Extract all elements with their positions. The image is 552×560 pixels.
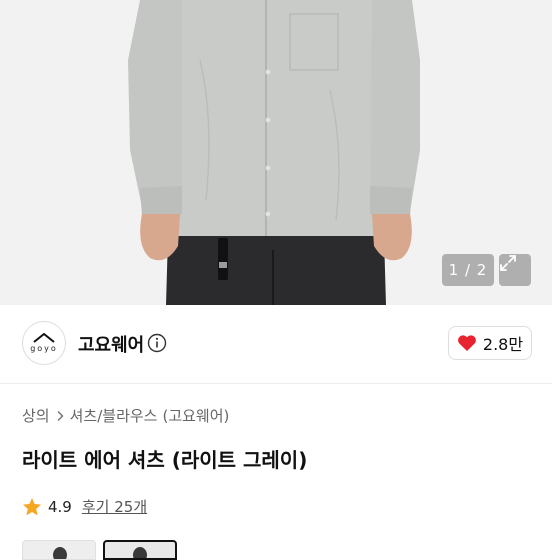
like-count: 2.8만 (482, 335, 524, 354)
breadcrumb-item-category[interactable]: 상의 (22, 405, 50, 426)
star-icon (23, 497, 41, 515)
chevron-right-icon (57, 410, 64, 421)
review-count-link[interactable]: 후기 25개 (82, 496, 147, 517)
rating-value: 4.9 (48, 497, 72, 516)
product-image-gallery[interactable]: 1 / 2 (0, 0, 552, 305)
brand-name[interactable]: 고요웨어 (78, 331, 144, 357)
expand-icon (500, 255, 516, 271)
breadcrumb: 상의 셔츠/블라우스 (고요웨어) (22, 405, 229, 426)
image-counter: 1 / 2 (442, 254, 494, 286)
thumbnail-image (53, 547, 67, 559)
heart-icon (458, 335, 476, 351)
expand-image-button[interactable] (499, 254, 531, 286)
product-thumbnail[interactable] (22, 540, 96, 560)
product-thumbnail-selected[interactable] (103, 540, 177, 560)
like-button[interactable]: 2.8만 (448, 326, 532, 360)
breadcrumb-item-brand[interactable]: (고요웨어) (162, 405, 229, 426)
image-counter-text: 1 / 2 (448, 261, 488, 279)
brand-logo-text: goyo (30, 344, 58, 353)
brand-logo[interactable]: goyo (22, 321, 66, 365)
info-icon[interactable] (147, 333, 167, 353)
product-title: 라이트 에어 셔츠 (라이트 그레이) (22, 448, 308, 472)
thumbnail-image (133, 547, 147, 558)
rating-row: 4.9 후기 25개 (22, 496, 147, 517)
breadcrumb-item-subcategory[interactable]: 셔츠/블라우스 (70, 405, 158, 426)
brand-logo-mark (33, 333, 55, 343)
